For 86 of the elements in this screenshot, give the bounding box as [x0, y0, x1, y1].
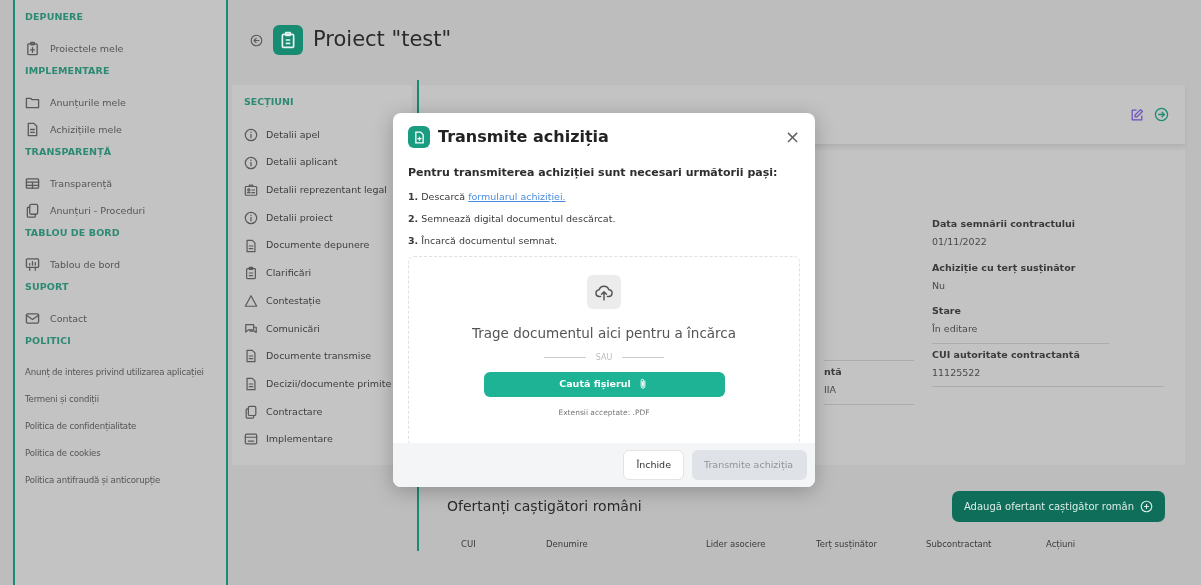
sidebar-heading: POLITICI: [25, 334, 72, 348]
clipboard-icon: [273, 25, 303, 55]
sidebar-link[interactable]: Termeni și condiții: [25, 386, 216, 413]
section-item[interactable]: Contractare: [238, 397, 406, 426]
info-icon: [244, 155, 258, 170]
sidebar-heading: DEPUNERE: [25, 10, 85, 24]
section-item[interactable]: Decizii/documente primite: [238, 370, 406, 398]
info-icon: [244, 127, 258, 142]
arrow-right-icon: [1154, 107, 1169, 122]
sidebar-heading: TABLOU DE BORD: [25, 226, 121, 240]
modal-title: Transmite achiziția: [438, 126, 609, 148]
sidebar-item[interactable]: Transparență: [25, 170, 216, 197]
field-value: 01/11/2022: [932, 235, 988, 250]
section-item[interactable]: Detalii apel: [238, 121, 406, 149]
instructions-text: Pentru transmiterea achiziției sunt necesari următorii pași:: [408, 165, 779, 181]
field-label: Achiziție cu terț susținător: [932, 260, 1077, 275]
sidebar-link[interactable]: Anunț de interes privind utilizarea aplicației: [25, 359, 216, 386]
step-text: 2. Semnează digital documentul descărcat.: [408, 211, 617, 226]
sidebar-heading: TRANSPARENȚĂ: [25, 145, 113, 160]
add-winner-button[interactable]: Adaugă ofertant caștigător român: [951, 491, 1165, 522]
sidebar-link[interactable]: Politica antifraudă și anticorupție: [25, 467, 216, 494]
clipboard-icon: [25, 41, 40, 56]
document-plus-icon: [408, 126, 430, 148]
field-label: Stare: [932, 304, 962, 318]
field-value: Nu: [932, 278, 947, 293]
copy-icon: [25, 203, 40, 218]
field-label: CUI autoritate contractantă: [932, 347, 1081, 362]
warning-icon: [244, 293, 258, 308]
column-header: Terț susținător: [816, 538, 879, 551]
section-item[interactable]: Implementare: [238, 425, 406, 454]
close-button[interactable]: ×: [784, 128, 800, 146]
back-icon: [250, 33, 263, 47]
sidebar-item[interactable]: Anunțuri - Proceduri: [25, 197, 216, 224]
section-item[interactable]: Clarificări: [238, 259, 406, 288]
sidebar-item[interactable]: Proiectele mele: [25, 35, 216, 62]
field-value: IIA: [824, 383, 838, 398]
id-card-icon: [244, 183, 258, 198]
plus-circle-icon: [1140, 500, 1153, 513]
section-title: Ofertanți caștigători români: [447, 497, 642, 517]
sidebar-item[interactable]: Contact: [25, 305, 216, 332]
close-dialog-button[interactable]: Închide: [623, 450, 684, 480]
table-icon: [25, 176, 40, 191]
section-item[interactable]: Comunicări: [238, 314, 406, 343]
drop-text: Trage documentul aici pentru a încărca: [471, 324, 737, 344]
column-header: Acțiuni: [1046, 538, 1077, 551]
copy-icon: [244, 404, 258, 419]
window-icon: [244, 432, 258, 447]
section-item[interactable]: Detalii reprezentant legal: [238, 176, 406, 205]
section-item[interactable]: Documente depunere: [238, 231, 406, 260]
sidebar-item[interactable]: Tablou de bord: [25, 251, 216, 278]
project-title: Proiect "test": [313, 26, 452, 54]
sidebar-heading: SUPORT: [25, 280, 70, 294]
sidebar-heading: IMPLEMENTARE: [25, 64, 111, 78]
section-item[interactable]: Detalii aplicant: [238, 148, 406, 177]
field-label: ntă: [824, 365, 843, 379]
column-header: Subcontractant: [926, 538, 993, 551]
sidebar-link[interactable]: Politica de confidențialitate: [25, 413, 216, 440]
step-text: 3. Încarcă documentul semnat.: [408, 234, 559, 248]
step-text: 1. Descarcă formularul achiziției.: [408, 189, 567, 204]
column-header: Lider asociere: [706, 538, 767, 551]
chat-icon: [244, 321, 258, 336]
folder-icon: [25, 95, 40, 110]
form-link[interactable]: formularul achiziției.: [468, 190, 566, 202]
sidebar-link[interactable]: Politica de cookies: [25, 440, 216, 467]
document-icon: [244, 238, 258, 253]
document-icon: [25, 122, 40, 137]
field-value: 11125522: [932, 365, 982, 380]
document-icon: [244, 349, 258, 364]
sections-heading: SECȚIUNI: [243, 95, 295, 110]
section-item[interactable]: Documente transmise: [238, 342, 406, 371]
section-item[interactable]: Detalii proiect: [238, 204, 406, 232]
envelope-icon: [25, 311, 40, 326]
edit-icon: [1130, 107, 1144, 122]
clipboard-icon: [244, 266, 258, 281]
section-item[interactable]: Contestație: [238, 287, 406, 315]
upload-icon: [587, 275, 621, 310]
sidebar-item[interactable]: Achizițiile mele: [25, 116, 216, 143]
presentation-icon: [25, 257, 40, 272]
field-value: În editare: [932, 322, 979, 337]
column-header: Denumire: [546, 538, 589, 551]
sidebar-item[interactable]: Anunțurile mele: [25, 89, 216, 116]
column-header: CUI: [461, 538, 477, 551]
field-label: Data semnării contractului: [932, 217, 1076, 231]
or-text: SAU: [595, 351, 613, 364]
document-icon: [244, 377, 258, 392]
info-icon: [244, 210, 258, 225]
